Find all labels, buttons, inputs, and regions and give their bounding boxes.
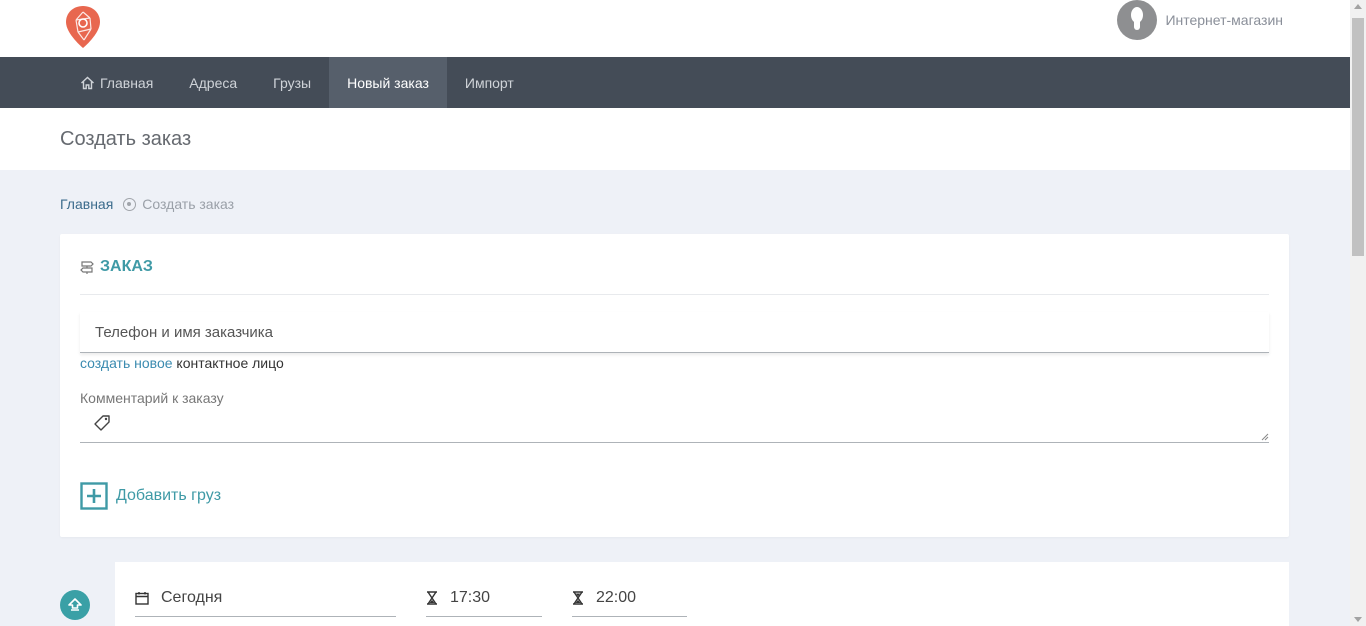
breadcrumb-current: Создать заказ	[142, 196, 235, 212]
logo[interactable]	[64, 4, 102, 50]
nav-item-addresses[interactable]: Адреса	[171, 57, 255, 108]
user-name[interactable]: Интернет-магазин	[1165, 12, 1283, 28]
nav-item-label: Новый заказ	[347, 74, 429, 91]
pickup-date-value: Сегодня	[161, 589, 223, 606]
pickup-time-to-input[interactable]: 22:00	[572, 580, 687, 617]
hourglass-icon	[573, 591, 583, 605]
nav-item-label: Адреса	[189, 74, 238, 91]
nav-item-new-order[interactable]: Новый заказ	[329, 57, 447, 108]
nav-item-import[interactable]: Импорт	[447, 57, 532, 108]
add-cargo-button[interactable]: Добавить груз	[80, 482, 221, 510]
pickup-time-to-value: 22:00	[596, 589, 637, 606]
contact-suffix: контактное лицо	[172, 355, 284, 371]
breadcrumb: Главная Создать заказ	[60, 196, 234, 212]
comment-label: Комментарий к заказу	[80, 390, 224, 406]
pickup-time-from-input[interactable]: 17:30	[426, 580, 542, 617]
divider	[80, 294, 1269, 295]
create-contact-link[interactable]: создать новое	[80, 355, 173, 371]
add-cargo-label: Добавить груз	[116, 487, 222, 504]
main-nav: Главная Адреса Грузы Новый заказ Импорт	[0, 57, 1350, 108]
customer-phone-placeholder: Телефон и имя заказчика	[95, 323, 274, 341]
nav-item-home[interactable]: Главная	[62, 57, 171, 108]
nav-item-label: Грузы	[273, 74, 312, 91]
nav-item-label: Импорт	[464, 74, 514, 91]
plus-square-icon	[80, 482, 108, 510]
scroll-thumb[interactable]	[1352, 18, 1364, 256]
scroll-up-arrow-icon[interactable]	[1354, 4, 1362, 9]
top-bar: Интернет-магазин	[0, 0, 1350, 57]
page-title: Создать заказ	[60, 128, 192, 150]
page-scrollbar[interactable]	[1350, 0, 1366, 626]
tag-icon	[92, 414, 112, 439]
calendar-icon	[135, 592, 149, 605]
breadcrumb-home-link[interactable]: Главная	[60, 196, 113, 212]
order-title-text: ЗАКАЗ	[100, 258, 153, 275]
customer-phone-input[interactable]: Телефон и имя заказчика	[80, 312, 1269, 353]
page-header: Создать заказ	[0, 108, 1350, 170]
scroll-down-arrow-icon[interactable]	[1354, 617, 1362, 622]
hourglass-icon	[427, 591, 437, 605]
order-comment-textarea[interactable]	[80, 410, 1269, 443]
pickup-date-input[interactable]: Сегодня	[135, 580, 396, 617]
breadcrumb-separator-icon	[123, 197, 137, 211]
nav-item-label: Главная	[100, 74, 154, 91]
signpost-icon	[80, 261, 94, 274]
pickup-card: Сегодня 17:30 22:00	[115, 562, 1289, 626]
user-menu[interactable]: Интернет-магазин	[1117, 0, 1283, 40]
avatar[interactable]	[1117, 0, 1158, 40]
nav-item-cargo[interactable]: Грузы	[255, 57, 329, 108]
pickup-marker-icon	[60, 590, 90, 620]
home-icon	[81, 76, 94, 89]
pickup-time-from-value: 17:30	[450, 589, 491, 606]
contact-line: создать новое контактное лицо	[80, 355, 284, 371]
order-card: ЗАКАЗ Телефон и имя заказчика создать но…	[60, 234, 1289, 537]
resize-grip-icon[interactable]	[1261, 433, 1269, 441]
order-section-title: ЗАКАЗ	[80, 258, 153, 276]
